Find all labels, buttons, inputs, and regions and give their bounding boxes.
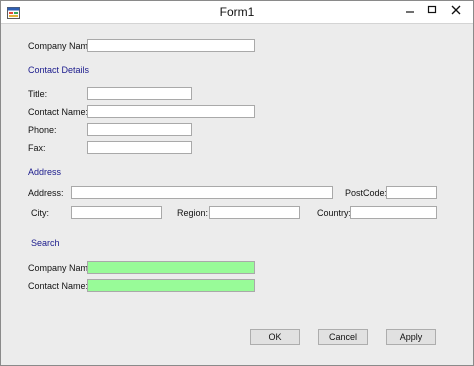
postcode-field[interactable] [386,186,437,199]
search-heading: Search [31,238,60,248]
contact-name-field[interactable] [87,105,255,118]
postcode-label: PostCode: [345,188,388,198]
search-company-name-label: Company Name: [28,263,96,273]
close-icon [451,5,461,15]
address-field[interactable] [71,186,333,199]
maximize-icon [427,5,437,14]
company-name-field[interactable] [87,39,255,52]
city-field[interactable] [71,206,162,219]
phone-field[interactable] [87,123,192,136]
minimize-button[interactable] [399,3,421,19]
form-client-area: Company Name: Contact Details Title: Con… [2,24,472,364]
contact-details-heading: Contact Details [28,65,90,75]
title-field[interactable] [87,87,192,100]
fax-label: Fax: [28,143,46,153]
title-label: Title: [28,89,48,99]
maximize-button[interactable] [421,3,443,19]
search-contact-name-label: Contact Name: [28,281,89,291]
minimize-icon [406,11,414,13]
country-label: Country: [317,208,352,218]
title-bar[interactable]: Form1 [1,1,473,24]
ok-button[interactable]: OK [250,329,300,345]
contact-name-label: Contact Name: [28,107,89,117]
address-heading: Address [28,167,62,177]
company-name-label: Company Name: [28,41,96,51]
search-company-name-field[interactable] [87,261,255,274]
fax-field[interactable] [87,141,192,154]
address-label: Address: [28,188,64,198]
apply-button[interactable]: Apply [386,329,436,345]
region-label: Region: [177,208,209,218]
region-field[interactable] [209,206,300,219]
form-window: Form1 Company Name: Contact Details Titl… [0,0,474,366]
close-button[interactable] [445,3,467,19]
cancel-button[interactable]: Cancel [318,329,368,345]
search-contact-name-field[interactable] [87,279,255,292]
country-field[interactable] [350,206,437,219]
phone-label: Phone: [28,125,57,135]
city-label: City: [31,208,49,218]
